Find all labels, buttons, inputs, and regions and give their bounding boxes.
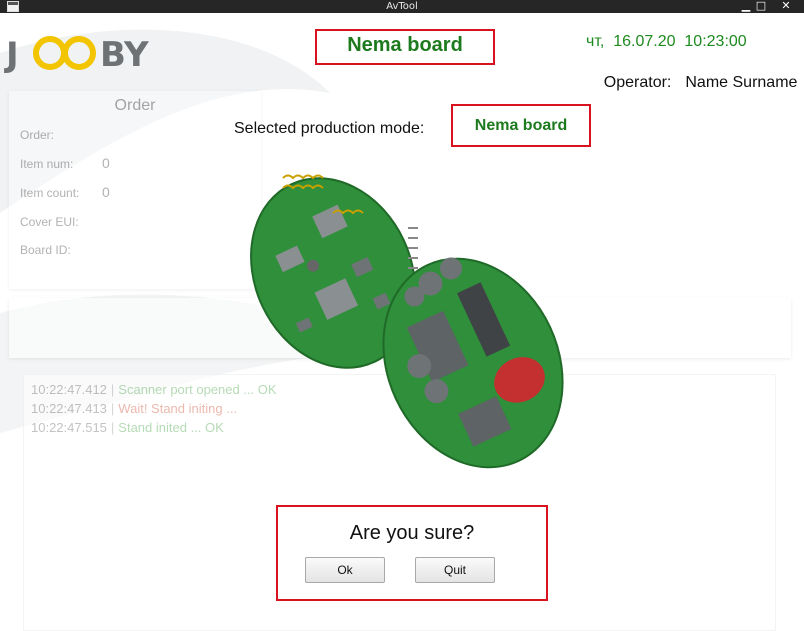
close-button[interactable]: ✕ bbox=[775, 0, 797, 13]
order-field-label: Order: bbox=[20, 128, 55, 142]
title-bar: AvTool ▁ □ ✕ bbox=[0, 0, 804, 13]
order-panel-title: Order bbox=[114, 97, 156, 114]
confirm-dialog: Are you sure? Ok Quit bbox=[276, 505, 548, 601]
window-title: AvTool bbox=[386, 1, 418, 12]
ok-button[interactable]: Ok bbox=[305, 557, 385, 583]
operator-info: Operator: Name Surname bbox=[586, 56, 804, 110]
item-count-label: Item count: bbox=[20, 186, 80, 200]
jooby-logo-icon: J BY bbox=[4, 35, 149, 73]
log-time: 10:22:47.413 bbox=[31, 401, 107, 416]
page-title: Nema board bbox=[347, 34, 463, 56]
production-mode-box: Nema board bbox=[451, 104, 591, 147]
circuit-board-image bbox=[250, 174, 564, 469]
log-line: 10:22:47.515 | Stand inited ... OK bbox=[31, 420, 224, 435]
main-window: J BY Nema board чт, 16.07.20 10:23:00 Op… bbox=[0, 13, 804, 631]
log-message: Wait! Stand initing ... bbox=[118, 401, 238, 416]
log-time: 10:22:47.515 bbox=[31, 420, 107, 435]
production-mode-value: Nema board bbox=[474, 117, 568, 134]
item-num-label: Item num: bbox=[20, 157, 74, 171]
operator-label: Operator: bbox=[603, 74, 672, 91]
dialog-message: Are you sure? bbox=[349, 522, 475, 544]
log-message: Stand inited ... OK bbox=[118, 420, 224, 435]
production-mode-label: Selected production mode: bbox=[234, 120, 425, 137]
svg-text:BY: BY bbox=[100, 35, 149, 73]
board-id-label: Board ID: bbox=[20, 243, 71, 257]
order-panel: Order Order: Item num: 0 Item count: 0 C… bbox=[9, 91, 261, 289]
datetime-display: чт, 16.07.20 10:23:00 bbox=[586, 33, 747, 50]
maximize-button[interactable]: □ bbox=[750, 0, 772, 13]
item-num-value: 0 bbox=[102, 155, 110, 171]
header-title-box: Nema board bbox=[315, 29, 495, 65]
item-count-value: 0 bbox=[102, 184, 110, 200]
operator-name: Name Surname bbox=[685, 74, 798, 91]
log-time: 10:22:47.412 bbox=[31, 382, 107, 397]
svg-text:J: J bbox=[4, 35, 19, 73]
quit-button[interactable]: Quit bbox=[415, 557, 495, 583]
cover-eui-label: Cover EUI: bbox=[20, 215, 79, 229]
log-line: 10:22:47.413 | Wait! Stand initing ... bbox=[31, 401, 238, 416]
